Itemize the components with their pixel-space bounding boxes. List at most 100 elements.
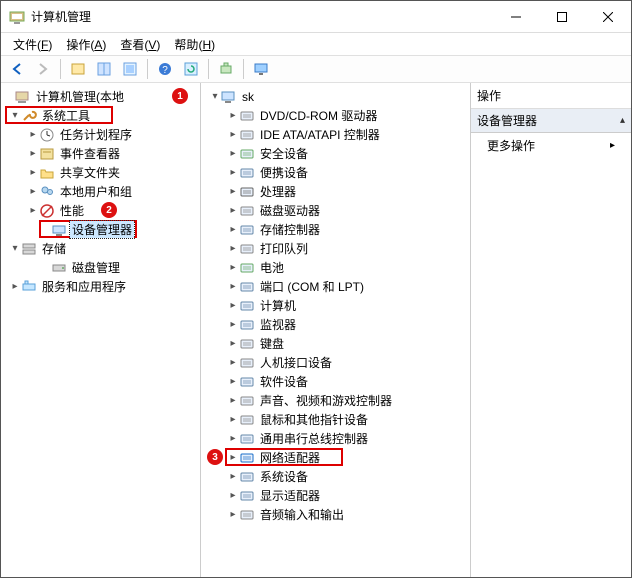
menu-help[interactable]: 帮助(H) xyxy=(168,34,221,55)
caret-right-icon[interactable]: ▸ xyxy=(227,433,239,444)
device-category[interactable]: ▸人机接口设备 xyxy=(203,353,468,372)
caret-right-icon[interactable]: ▸ xyxy=(227,376,239,387)
caret-right-icon[interactable]: ▸ xyxy=(227,414,239,425)
device-category[interactable]: ▸存储控制器 xyxy=(203,220,468,239)
tree-shared-folders[interactable]: ▸ 共享文件夹 xyxy=(3,163,198,182)
tree-label: 音频输入和输出 xyxy=(258,506,346,523)
tool-scan-button[interactable] xyxy=(214,57,238,81)
tree-disk-management[interactable]: 磁盘管理 xyxy=(3,258,198,277)
tree-label: 显示适配器 xyxy=(258,487,322,504)
tree-label: 软件设备 xyxy=(258,373,310,390)
category-icon xyxy=(239,374,255,390)
device-category[interactable]: ▸磁盘驱动器 xyxy=(203,201,468,220)
titlebar: 计算机管理 xyxy=(1,1,631,33)
caret-right-icon[interactable]: ▸ xyxy=(27,148,39,159)
device-category[interactable]: ▸IDE ATA/ATAPI 控制器 xyxy=(203,125,468,144)
device-category[interactable]: ▸ 显示适配器 xyxy=(203,486,468,505)
tool-properties-button[interactable] xyxy=(92,57,116,81)
device-category[interactable]: ▸ 软件设备 xyxy=(203,372,468,391)
body: 计算机管理(本地 1 ▾ 系统工具 ▸ 任务计划程序 ▸ 事件查看器 xyxy=(1,83,631,577)
menu-file[interactable]: 文件(F) xyxy=(7,34,58,55)
computer-icon xyxy=(221,89,237,105)
tree-local-users[interactable]: ▸ 本地用户和组 xyxy=(3,182,198,201)
tool-show-hide-button[interactable] xyxy=(66,57,90,81)
device-category[interactable]: ▸监视器 xyxy=(203,315,468,334)
device-category[interactable]: ▸打印队列 xyxy=(203,239,468,258)
left-tree[interactable]: 计算机管理(本地 1 ▾ 系统工具 ▸ 任务计划程序 ▸ 事件查看器 xyxy=(1,83,201,577)
tool-refresh-button[interactable] xyxy=(179,57,203,81)
caret-down-icon[interactable]: ▾ xyxy=(9,243,21,254)
caret-right-icon[interactable]: ▸ xyxy=(9,281,21,292)
tool-export-button[interactable] xyxy=(118,57,142,81)
actions-section[interactable]: 设备管理器 ▴ xyxy=(471,109,631,133)
caret-right-icon[interactable]: ▸ xyxy=(227,167,239,178)
caret-right-icon[interactable]: ▸ xyxy=(227,224,239,235)
device-category[interactable]: ▸DVD/CD-ROM 驱动器 xyxy=(203,106,468,125)
tree-services-apps[interactable]: ▸ 服务和应用程序 xyxy=(3,277,198,296)
tree-label: 系统工具 xyxy=(40,107,92,124)
menu-action[interactable]: 操作(A) xyxy=(60,34,112,55)
device-category[interactable]: ▸端口 (COM 和 LPT) xyxy=(203,277,468,296)
tool-help-button[interactable]: ? xyxy=(153,57,177,81)
caret-right-icon[interactable]: ▸ xyxy=(227,338,239,349)
caret-right-icon[interactable]: ▸ xyxy=(227,319,239,330)
caret-right-icon[interactable]: ▸ xyxy=(27,129,39,140)
device-category[interactable]: ▸ 鼠标和其他指针设备 xyxy=(203,410,468,429)
annotation-badge-2: 2 xyxy=(101,202,117,218)
caret-right-icon[interactable]: ▸ xyxy=(27,205,39,216)
caret-down-icon[interactable]: ▾ xyxy=(9,110,21,121)
users-icon xyxy=(39,184,55,200)
disk-icon xyxy=(51,260,67,276)
tree-storage[interactable]: ▾ 存储 xyxy=(3,239,198,258)
caret-right-icon[interactable]: ▸ xyxy=(227,243,239,254)
category-icon xyxy=(239,165,255,181)
caret-right-icon[interactable]: ▸ xyxy=(227,490,239,501)
device-category[interactable]: ▸安全设备 xyxy=(203,144,468,163)
device-category[interactable]: ▸通用串行总线控制器 xyxy=(203,429,468,448)
tree-label: 鼠标和其他指针设备 xyxy=(258,411,370,428)
device-category[interactable]: ▸ 便携设备 xyxy=(203,163,468,182)
maximize-button[interactable] xyxy=(539,1,585,33)
tree-label: 处理器 xyxy=(258,183,298,200)
caret-right-icon[interactable]: ▸ xyxy=(227,148,239,159)
caret-right-icon[interactable]: ▸ xyxy=(227,205,239,216)
caret-right-icon[interactable]: ▸ xyxy=(27,167,39,178)
tree-label: 便携设备 xyxy=(258,164,310,181)
caret-right-icon[interactable]: ▸ xyxy=(227,129,239,140)
tree-root[interactable]: 计算机管理(本地 1 xyxy=(3,87,198,106)
close-button[interactable] xyxy=(585,1,631,33)
caret-right-icon[interactable]: ▸ xyxy=(227,110,239,121)
tree-system-tools[interactable]: ▾ 系统工具 xyxy=(3,106,198,125)
caret-right-icon[interactable]: ▸ xyxy=(227,186,239,197)
tree-performance[interactable]: ▸ 性能 2 xyxy=(3,201,198,220)
device-category[interactable]: ▸键盘 xyxy=(203,334,468,353)
device-root[interactable]: ▾ sk xyxy=(203,87,468,106)
tree-task-scheduler[interactable]: ▸ 任务计划程序 xyxy=(3,125,198,144)
device-category[interactable]: ▸系统设备 xyxy=(203,467,468,486)
device-tree[interactable]: ▾ sk ▸DVD/CD-ROM 驱动器▸IDE ATA/ATAPI 控制器▸安… xyxy=(201,83,471,577)
caret-right-icon[interactable]: ▸ xyxy=(227,395,239,406)
device-category[interactable]: ▸电池 xyxy=(203,258,468,277)
caret-right-icon[interactable]: ▸ xyxy=(227,357,239,368)
caret-right-icon[interactable]: ▸ xyxy=(227,281,239,292)
caret-right-icon[interactable]: ▸ xyxy=(227,471,239,482)
actions-more[interactable]: 更多操作 ▸ xyxy=(471,133,631,158)
caret-right-icon[interactable]: ▸ xyxy=(27,186,39,197)
device-category[interactable]: ▸网络适配器 xyxy=(203,448,468,467)
device-category[interactable]: ▸声音、视频和游戏控制器 xyxy=(203,391,468,410)
tool-monitor-button[interactable] xyxy=(249,57,273,81)
caret-right-icon[interactable]: ▸ xyxy=(227,452,239,463)
menu-view[interactable]: 查看(V) xyxy=(114,34,166,55)
tree-device-manager[interactable]: 设备管理器 xyxy=(3,220,198,239)
device-category[interactable]: ▸ 音频输入和输出 xyxy=(203,505,468,524)
caret-down-icon[interactable]: ▾ xyxy=(209,91,221,102)
caret-right-icon[interactable]: ▸ xyxy=(227,262,239,273)
caret-right-icon[interactable]: ▸ xyxy=(227,300,239,311)
nav-forward-button[interactable] xyxy=(31,57,55,81)
minimize-button[interactable] xyxy=(493,1,539,33)
device-category[interactable]: ▸ 处理器 xyxy=(203,182,468,201)
caret-right-icon[interactable]: ▸ xyxy=(227,509,239,520)
tree-event-viewer[interactable]: ▸ 事件查看器 xyxy=(3,144,198,163)
nav-back-button[interactable] xyxy=(5,57,29,81)
device-category[interactable]: ▸计算机 xyxy=(203,296,468,315)
